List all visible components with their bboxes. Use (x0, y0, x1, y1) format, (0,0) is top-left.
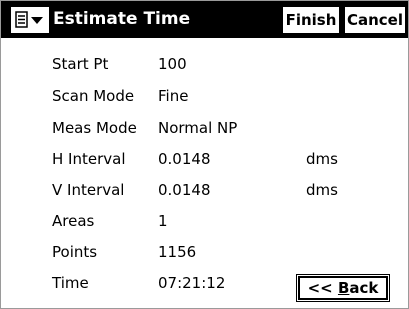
areas-value: 1 (158, 212, 168, 230)
meas-mode-label: Meas Mode (52, 119, 137, 137)
back-button-accel: B (337, 279, 350, 297)
v-interval-value: 0.0148 (158, 181, 211, 199)
time-value: 07:21:12 (158, 274, 226, 292)
window-title: Estimate Time (53, 9, 191, 29)
back-button-rest: ack (349, 279, 379, 297)
points-label: Points (52, 243, 98, 261)
start-pt-label: Start Pt (52, 55, 109, 73)
h-interval-label: H Interval (52, 150, 126, 168)
back-button[interactable]: << Back (296, 274, 390, 302)
v-interval-label: V Interval (52, 181, 125, 199)
cancel-button[interactable]: Cancel (344, 6, 406, 34)
h-interval-value: 0.0148 (158, 150, 211, 168)
time-label: Time (52, 274, 89, 292)
title-bar: Estimate Time Finish Cancel (1, 1, 408, 38)
menu-button[interactable] (11, 7, 49, 33)
areas-label: Areas (52, 212, 95, 230)
points-value: 1156 (158, 243, 197, 261)
scan-mode-value: Fine (158, 87, 189, 105)
scan-mode-label: Scan Mode (52, 87, 135, 105)
meas-mode-value: Normal NP (158, 119, 238, 137)
start-pt-value: 100 (158, 55, 187, 73)
back-button-prefix: << (307, 279, 338, 297)
finish-button[interactable]: Finish (282, 6, 340, 34)
menu-list-icon (15, 11, 43, 28)
h-interval-unit: dms (306, 150, 338, 168)
estimate-time-window: Estimate Time Finish Cancel Start Pt 100… (0, 0, 409, 309)
v-interval-unit: dms (306, 181, 338, 199)
